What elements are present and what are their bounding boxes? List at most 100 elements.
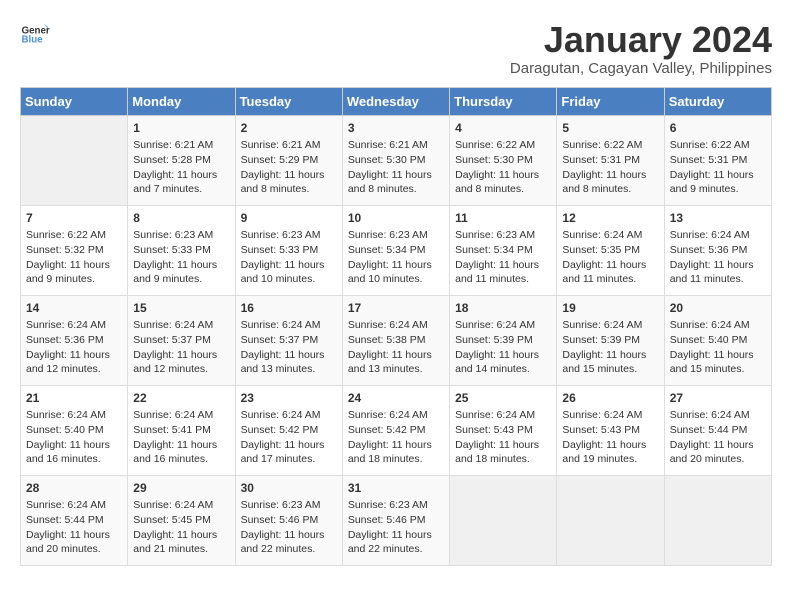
day-info: Daylight: 11 hours bbox=[133, 348, 229, 363]
day-info: Sunset: 5:40 PM bbox=[670, 333, 766, 348]
day-info: Sunrise: 6:24 AM bbox=[455, 318, 551, 333]
day-info: and 8 minutes. bbox=[562, 182, 658, 197]
calendar-cell bbox=[557, 475, 664, 565]
day-number: 10 bbox=[348, 210, 444, 227]
day-info: and 22 minutes. bbox=[348, 542, 444, 557]
day-info: and 21 minutes. bbox=[133, 542, 229, 557]
day-info: Sunset: 5:40 PM bbox=[26, 423, 122, 438]
calendar-cell: 28Sunrise: 6:24 AMSunset: 5:44 PMDayligh… bbox=[21, 475, 128, 565]
day-info: Daylight: 11 hours bbox=[241, 168, 337, 183]
day-info: Sunset: 5:45 PM bbox=[133, 513, 229, 528]
day-info: Daylight: 11 hours bbox=[670, 438, 766, 453]
day-info: Sunset: 5:46 PM bbox=[348, 513, 444, 528]
calendar-cell: 5Sunrise: 6:22 AMSunset: 5:31 PMDaylight… bbox=[557, 115, 664, 205]
day-info: and 18 minutes. bbox=[455, 452, 551, 467]
day-info: Daylight: 11 hours bbox=[26, 258, 122, 273]
calendar-cell bbox=[450, 475, 557, 565]
day-info: Sunset: 5:41 PM bbox=[133, 423, 229, 438]
day-info: Sunset: 5:44 PM bbox=[26, 513, 122, 528]
day-info: and 11 minutes. bbox=[455, 272, 551, 287]
day-info: Sunrise: 6:21 AM bbox=[133, 138, 229, 153]
day-info: Sunset: 5:46 PM bbox=[241, 513, 337, 528]
day-number: 3 bbox=[348, 120, 444, 137]
day-info: and 13 minutes. bbox=[241, 362, 337, 377]
day-number: 17 bbox=[348, 300, 444, 317]
calendar-cell: 12Sunrise: 6:24 AMSunset: 5:35 PMDayligh… bbox=[557, 205, 664, 295]
day-info: Daylight: 11 hours bbox=[133, 438, 229, 453]
day-info: Sunrise: 6:23 AM bbox=[348, 228, 444, 243]
day-info: Sunrise: 6:24 AM bbox=[26, 498, 122, 513]
day-info: Sunset: 5:39 PM bbox=[455, 333, 551, 348]
day-number: 7 bbox=[26, 210, 122, 227]
calendar-cell: 1Sunrise: 6:21 AMSunset: 5:28 PMDaylight… bbox=[128, 115, 235, 205]
calendar-cell: 30Sunrise: 6:23 AMSunset: 5:46 PMDayligh… bbox=[235, 475, 342, 565]
day-info: and 22 minutes. bbox=[241, 542, 337, 557]
day-info: and 20 minutes. bbox=[26, 542, 122, 557]
calendar-cell: 13Sunrise: 6:24 AMSunset: 5:36 PMDayligh… bbox=[664, 205, 771, 295]
day-number: 16 bbox=[241, 300, 337, 317]
day-info: and 15 minutes. bbox=[562, 362, 658, 377]
day-info: Daylight: 11 hours bbox=[348, 348, 444, 363]
weekday-header-thursday: Thursday bbox=[450, 87, 557, 115]
day-info: Sunset: 5:35 PM bbox=[562, 243, 658, 258]
day-info: Sunrise: 6:22 AM bbox=[26, 228, 122, 243]
day-info: Sunset: 5:36 PM bbox=[670, 243, 766, 258]
page-header: General Blue January 2024 Daragutan, Cag… bbox=[20, 20, 772, 77]
day-info: Sunrise: 6:23 AM bbox=[241, 228, 337, 243]
day-info: Daylight: 11 hours bbox=[133, 528, 229, 543]
day-number: 20 bbox=[670, 300, 766, 317]
day-info: Sunset: 5:37 PM bbox=[241, 333, 337, 348]
calendar-table: SundayMondayTuesdayWednesdayThursdayFrid… bbox=[20, 87, 772, 566]
day-info: Sunrise: 6:22 AM bbox=[455, 138, 551, 153]
day-number: 11 bbox=[455, 210, 551, 227]
day-info: and 12 minutes. bbox=[133, 362, 229, 377]
day-info: Sunrise: 6:23 AM bbox=[133, 228, 229, 243]
day-info: and 13 minutes. bbox=[348, 362, 444, 377]
day-info: Daylight: 11 hours bbox=[562, 348, 658, 363]
day-info: Sunset: 5:30 PM bbox=[348, 153, 444, 168]
calendar-cell: 9Sunrise: 6:23 AMSunset: 5:33 PMDaylight… bbox=[235, 205, 342, 295]
day-info: Daylight: 11 hours bbox=[133, 258, 229, 273]
day-info: Sunset: 5:33 PM bbox=[133, 243, 229, 258]
day-number: 26 bbox=[562, 390, 658, 407]
day-info: and 14 minutes. bbox=[455, 362, 551, 377]
calendar-cell: 25Sunrise: 6:24 AMSunset: 5:43 PMDayligh… bbox=[450, 385, 557, 475]
day-info: and 19 minutes. bbox=[562, 452, 658, 467]
weekday-header-monday: Monday bbox=[128, 87, 235, 115]
day-number: 29 bbox=[133, 480, 229, 497]
weekday-header-tuesday: Tuesday bbox=[235, 87, 342, 115]
logo-icon: General Blue bbox=[20, 20, 50, 50]
svg-text:Blue: Blue bbox=[22, 35, 44, 46]
day-info: Sunset: 5:34 PM bbox=[348, 243, 444, 258]
calendar-week-row: 1Sunrise: 6:21 AMSunset: 5:28 PMDaylight… bbox=[21, 115, 772, 205]
calendar-cell: 22Sunrise: 6:24 AMSunset: 5:41 PMDayligh… bbox=[128, 385, 235, 475]
day-info: Sunrise: 6:24 AM bbox=[562, 408, 658, 423]
day-info: Sunset: 5:38 PM bbox=[348, 333, 444, 348]
day-info: Daylight: 11 hours bbox=[455, 168, 551, 183]
day-info: Sunrise: 6:24 AM bbox=[26, 408, 122, 423]
day-info: and 20 minutes. bbox=[670, 452, 766, 467]
calendar-cell: 18Sunrise: 6:24 AMSunset: 5:39 PMDayligh… bbox=[450, 295, 557, 385]
calendar-cell: 15Sunrise: 6:24 AMSunset: 5:37 PMDayligh… bbox=[128, 295, 235, 385]
calendar-cell: 11Sunrise: 6:23 AMSunset: 5:34 PMDayligh… bbox=[450, 205, 557, 295]
day-info: Sunset: 5:43 PM bbox=[562, 423, 658, 438]
calendar-title: January 2024 bbox=[510, 20, 772, 60]
day-number: 5 bbox=[562, 120, 658, 137]
day-info: and 16 minutes. bbox=[26, 452, 122, 467]
day-info: Sunset: 5:44 PM bbox=[670, 423, 766, 438]
calendar-cell: 14Sunrise: 6:24 AMSunset: 5:36 PMDayligh… bbox=[21, 295, 128, 385]
calendar-cell: 23Sunrise: 6:24 AMSunset: 5:42 PMDayligh… bbox=[235, 385, 342, 475]
day-info: Daylight: 11 hours bbox=[241, 438, 337, 453]
day-number: 22 bbox=[133, 390, 229, 407]
calendar-cell: 26Sunrise: 6:24 AMSunset: 5:43 PMDayligh… bbox=[557, 385, 664, 475]
day-info: Daylight: 11 hours bbox=[241, 528, 337, 543]
day-info: Sunrise: 6:22 AM bbox=[670, 138, 766, 153]
day-info: and 15 minutes. bbox=[670, 362, 766, 377]
day-info: Sunrise: 6:23 AM bbox=[348, 498, 444, 513]
day-number: 27 bbox=[670, 390, 766, 407]
day-number: 4 bbox=[455, 120, 551, 137]
day-info: Daylight: 11 hours bbox=[348, 528, 444, 543]
day-info: Sunset: 5:42 PM bbox=[241, 423, 337, 438]
day-info: and 12 minutes. bbox=[26, 362, 122, 377]
day-info: and 8 minutes. bbox=[348, 182, 444, 197]
